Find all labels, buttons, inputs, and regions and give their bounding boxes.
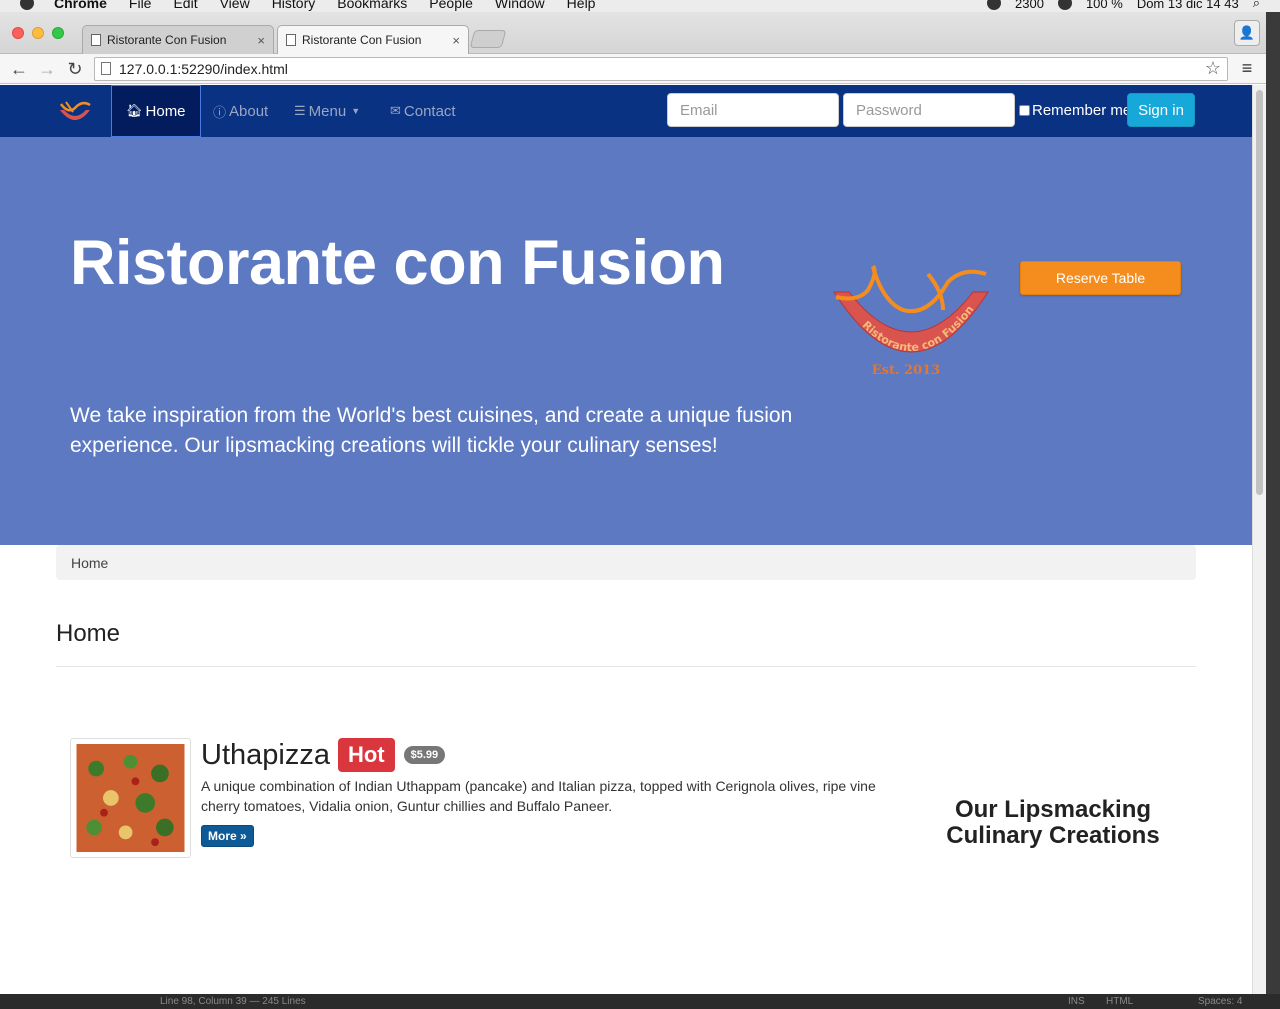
- nav-contact[interactable]: ✉ Contact: [390, 85, 456, 137]
- reload-button[interactable]: ↻: [64, 60, 86, 78]
- sign-in-button[interactable]: Sign in: [1127, 93, 1195, 127]
- menubar-window[interactable]: Window: [495, 0, 545, 11]
- password-input[interactable]: Password: [843, 93, 1015, 127]
- tab-title: Ristorante Con Fusion: [107, 33, 227, 47]
- brand-logo[interactable]: [56, 96, 94, 128]
- tab-title: Ristorante Con Fusion: [302, 33, 422, 47]
- background-window-edge: [1266, 12, 1280, 994]
- tab-close-icon[interactable]: ×: [257, 33, 265, 48]
- page-icon: [101, 62, 111, 75]
- page-header: Home: [56, 615, 1196, 667]
- menubar-file[interactable]: File: [129, 0, 152, 11]
- breadcrumb-current: Home: [71, 554, 109, 571]
- spotlight-icon[interactable]: ⌕: [1253, 0, 1260, 11]
- remember-me[interactable]: Remember me: [1019, 102, 1131, 119]
- wifi-icon[interactable]: [1057, 0, 1072, 10]
- menubar-people[interactable]: People: [429, 0, 473, 11]
- email-input[interactable]: Email: [667, 93, 839, 127]
- back-button[interactable]: ←: [8, 60, 30, 78]
- document-icon: [286, 34, 296, 46]
- info-icon: ⓘ: [213, 104, 227, 120]
- page-scrollbar[interactable]: [1252, 85, 1266, 994]
- editor-spaces[interactable]: Spaces: 4: [1198, 996, 1242, 1007]
- nav-menu-label: Menu: [308, 102, 347, 120]
- side-heading: Our Lipsmacking Culinary Creations: [946, 796, 1160, 849]
- dish-thumbnail[interactable]: [70, 738, 191, 858]
- forward-button[interactable]: →: [36, 60, 58, 78]
- hero-title: Ristorante con Fusion: [70, 228, 725, 298]
- browser-tab-2[interactable]: Ristorante Con Fusion ×: [277, 25, 469, 54]
- logo-est-text: Est. 2013: [872, 363, 940, 378]
- dish-name: Uthapizza: [201, 738, 330, 771]
- editor-ins-mode[interactable]: INS: [1068, 996, 1085, 1007]
- caret-down-icon: ▼: [351, 106, 361, 116]
- address-bar[interactable]: 127.0.0.1:52290/index.html ☆: [94, 56, 1228, 81]
- more-button[interactable]: More »: [201, 825, 254, 847]
- profile-icon[interactable]: 👤: [1234, 20, 1260, 46]
- menubar-bookmarks[interactable]: Bookmarks: [337, 0, 407, 11]
- nav-about[interactable]: ⓘ About: [213, 85, 268, 137]
- envelope-icon: ✉: [390, 103, 401, 118]
- document-icon: [91, 34, 101, 46]
- browser-tab-1[interactable]: Ristorante Con Fusion ×: [82, 25, 274, 54]
- reserve-table-button[interactable]: Reserve Table: [1020, 261, 1181, 295]
- nav-home[interactable]: 🏠︎ Home: [111, 85, 201, 137]
- breadcrumb: Home: [56, 545, 1196, 580]
- site-navbar: 🏠︎ Home ⓘ About ☰ Menu ▼ ✉ Contact Email…: [0, 85, 1252, 137]
- new-tab-button[interactable]: [469, 30, 507, 48]
- battery-status[interactable]: 100 %: [1086, 0, 1123, 11]
- list-icon: ☰: [294, 103, 306, 118]
- browser-menu-icon[interactable]: ≡: [1236, 58, 1258, 79]
- nav-menu-dropdown[interactable]: ☰ Menu ▼: [294, 85, 360, 137]
- close-window-button[interactable]: [12, 27, 24, 39]
- menubar-edit[interactable]: Edit: [173, 0, 197, 11]
- url-text[interactable]: 127.0.0.1:52290/index.html: [119, 61, 1205, 77]
- page-title: Home: [56, 620, 121, 647]
- nav-contact-label: Contact: [403, 102, 456, 120]
- nav-about-label: About: [229, 102, 269, 120]
- minimize-window-button[interactable]: [32, 27, 44, 39]
- browser-toolbar: ← → ↻ 127.0.0.1:52290/index.html ☆ ≡: [0, 54, 1266, 84]
- hot-label: Hot: [337, 738, 395, 772]
- clock[interactable]: Dom 13 dic 14 43: [1137, 0, 1239, 11]
- price-badge: $5.99: [403, 746, 446, 764]
- editor-status-bar: Line 98, Column 39 — 245 Lines INS HTML …: [0, 994, 1280, 1009]
- os-menubar: Chrome File Edit View History Bookmarks …: [0, 0, 1280, 12]
- tray-badge-count[interactable]: 2300: [1015, 0, 1044, 11]
- restaurant-logo: Ristorante con Fusion Est. 2013: [833, 264, 989, 378]
- tray-icon[interactable]: [987, 0, 1002, 10]
- browser-window: Ristorante Con Fusion × Ristorante Con F…: [0, 12, 1266, 994]
- menubar-app-name[interactable]: Chrome: [54, 0, 107, 11]
- nav-home-label: Home: [145, 102, 186, 120]
- menubar-view[interactable]: View: [220, 0, 250, 11]
- home-icon: 🏠︎: [126, 103, 143, 118]
- window-controls: [12, 27, 64, 39]
- editor-language[interactable]: HTML: [1106, 996, 1133, 1007]
- tab-strip: Ristorante Con Fusion × Ristorante Con F…: [0, 12, 1266, 54]
- editor-position: Line 98, Column 39 — 245 Lines: [160, 996, 306, 1007]
- apple-icon[interactable]: [20, 0, 34, 10]
- scrollbar-thumb[interactable]: [1256, 90, 1263, 495]
- pizza-image: [76, 744, 185, 852]
- menubar-history[interactable]: History: [272, 0, 316, 11]
- remember-label: Remember me: [1032, 102, 1132, 119]
- menubar-help[interactable]: Help: [567, 0, 596, 11]
- bookmark-star-icon[interactable]: ☆: [1205, 58, 1221, 79]
- zoom-window-button[interactable]: [52, 27, 64, 39]
- remember-checkbox[interactable]: [1019, 105, 1030, 116]
- dish-heading: Uthapizza Hot $5.99: [201, 738, 901, 772]
- tab-close-icon[interactable]: ×: [452, 33, 460, 48]
- jumbotron: Ristorante con Fusion We take inspiratio…: [0, 137, 1252, 545]
- dish-description: A unique combination of Indian Uthappam …: [201, 778, 876, 814]
- page-viewport: 🏠︎ Home ⓘ About ☰ Menu ▼ ✉ Contact Email…: [0, 85, 1252, 994]
- hero-lead: We take inspiration from the World's bes…: [70, 404, 793, 457]
- dish-media-body: Uthapizza Hot $5.99 A unique combination…: [201, 738, 901, 847]
